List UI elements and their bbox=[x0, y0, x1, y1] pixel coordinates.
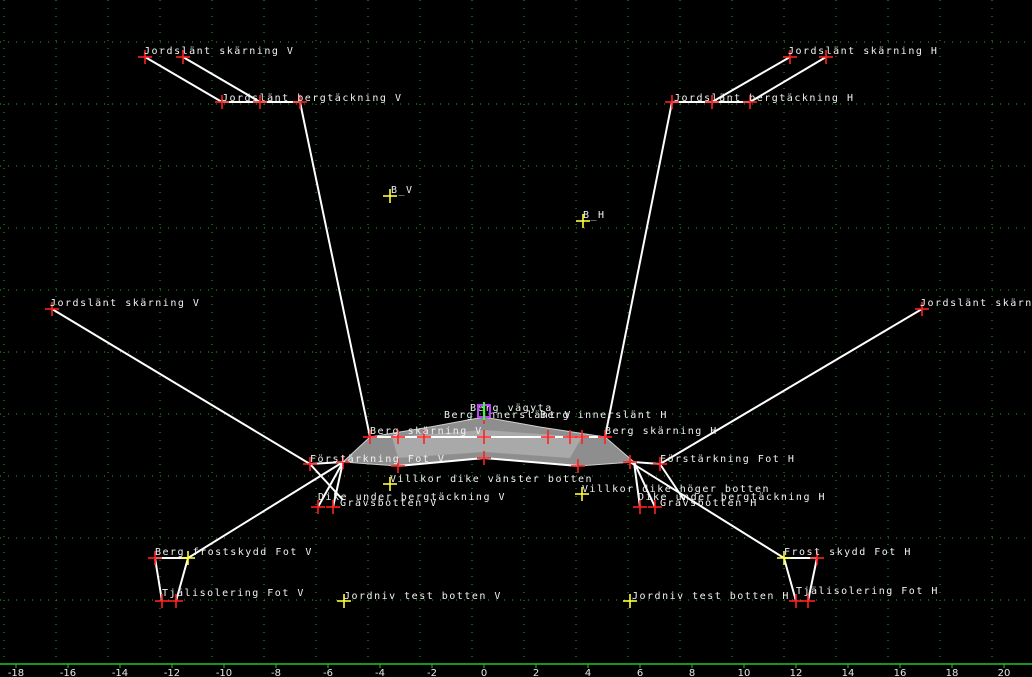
label-berg-frost-v: Berg frostskydd Fot V bbox=[155, 547, 313, 558]
axis-tick-label: -10 bbox=[216, 668, 232, 677]
axis-tick-label: -14 bbox=[112, 668, 128, 677]
axis-tick-label: -18 bbox=[8, 668, 24, 677]
label-b-v: B_V bbox=[391, 185, 414, 196]
label-b-h: B_H bbox=[583, 210, 606, 221]
axis-tick-label: 2 bbox=[533, 668, 539, 677]
label-tjale-v: Tjälisolering Fot V bbox=[162, 588, 305, 599]
label-jordniv-h: Jordniv test botten H bbox=[632, 591, 790, 602]
axis-tick-label: -12 bbox=[164, 668, 180, 677]
point-labels: Jordslänt skärning V Jordslänt skärning … bbox=[50, 46, 1032, 602]
label-forst-v: Förstärkning Fot V bbox=[310, 454, 445, 465]
label-berg-skarning-h: Berg skärning H bbox=[605, 426, 718, 437]
label-villkor-v: Villkor dike vänster botten bbox=[390, 474, 593, 485]
axis-tick-label: -2 bbox=[427, 668, 437, 677]
label-jord-skarning-h-top: Jordslänt skärning H bbox=[788, 46, 938, 57]
label-grav-h: Gravsbotten H bbox=[660, 498, 758, 509]
section-lines bbox=[51, 56, 923, 602]
axis-tick-label: 14 bbox=[842, 668, 855, 677]
label-grav-v: Gravsbotten V bbox=[340, 498, 438, 509]
label-jord-berg-h: Jordslänt bergtäckning H bbox=[674, 93, 855, 104]
axis-tick-label: -6 bbox=[323, 668, 333, 677]
label-jordniv-v: Jordniv test botten V bbox=[344, 591, 502, 602]
label-jord-skarning-v-top: Jordslänt skärning V bbox=[144, 46, 294, 57]
axis-tick-label: -8 bbox=[271, 668, 281, 677]
axis-tick-label: 10 bbox=[738, 668, 751, 677]
axis-tick-label: 6 bbox=[637, 668, 643, 677]
label-berg-inner-h: Berg innerslänt H bbox=[540, 410, 668, 421]
axis-tick-label: 20 bbox=[998, 668, 1011, 677]
axis-tick-label: -4 bbox=[375, 668, 385, 677]
axis-tick-label: 18 bbox=[946, 668, 959, 677]
label-jord-berg-v: Jordslänt bergtäckning V bbox=[222, 93, 403, 104]
label-tjale-h: Tjälisolering Fot H bbox=[796, 586, 939, 597]
cross-section-canvas[interactable]: -18 -16 -14 -12 -10 -8 -6 -4 -2 0 2 4 6 8 10 12 14 16 18 20 bbox=[0, 0, 1032, 677]
axis-tick-label: 16 bbox=[894, 668, 907, 677]
axis-tick-label: 8 bbox=[689, 668, 695, 677]
axis-tick-label: 0 bbox=[481, 668, 487, 677]
axis-tick-label: 4 bbox=[585, 668, 591, 677]
point-markers bbox=[45, 50, 929, 608]
label-jord-v-mid: Jordslänt skärning V bbox=[50, 298, 200, 309]
label-jord-h-mid: Jordslänt skärning H bbox=[920, 298, 1032, 309]
label-berg-skarning-v: Berg skärning V bbox=[370, 426, 483, 437]
horizontal-axis: -18 -16 -14 -12 -10 -8 -6 -4 -2 0 2 4 6 8 10 12 14 16 18 20 bbox=[0, 663, 1032, 677]
label-frost-h: Frost skydd Fot H bbox=[784, 547, 912, 558]
label-forst-h: Förstärkning Fot H bbox=[660, 454, 795, 465]
axis-tick-label: 12 bbox=[790, 668, 803, 677]
axis-tick-label: -16 bbox=[60, 668, 76, 677]
